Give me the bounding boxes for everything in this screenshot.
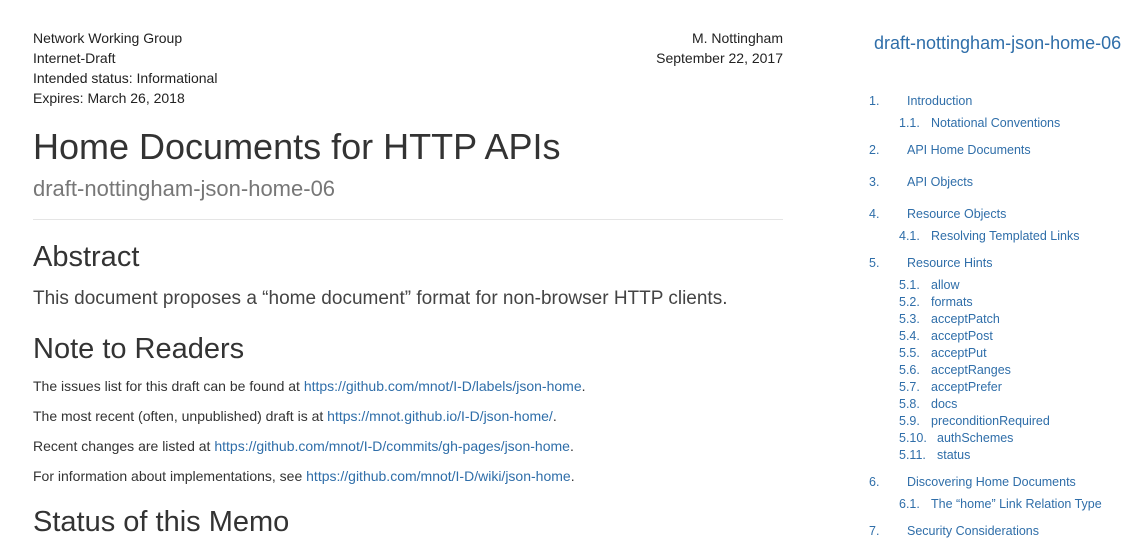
toc-item-label: authSchemes	[937, 431, 1014, 445]
toc-item[interactable]: 5.9. preconditionRequired	[899, 413, 1050, 430]
toc-item[interactable]: 5. Resource Hints	[869, 255, 992, 272]
toc-item[interactable]: 5.7. acceptPrefer	[899, 379, 1002, 396]
divider	[33, 219, 783, 220]
toc-item-number: 5.	[869, 256, 880, 270]
toc-item-label: formats	[931, 295, 973, 309]
toc-item-label: Resource Objects	[907, 207, 1007, 221]
toc-item[interactable]: 6. Discovering Home Documents	[869, 474, 1076, 491]
toc-item-label: acceptRanges	[931, 363, 1011, 377]
toc-item-label: acceptPatch	[931, 312, 1000, 326]
toc-item-label: acceptPut	[931, 346, 987, 360]
note-text: .	[569, 438, 574, 454]
toc-item[interactable]: 5.11. status	[899, 447, 970, 464]
toc-item-number: 4.	[869, 207, 880, 221]
toc-item[interactable]: 4. Resource Objects	[869, 206, 1006, 223]
toc-item-number: 5.4.	[899, 329, 920, 343]
note-text: The issues list for this draft can be fo…	[33, 378, 304, 394]
header-doc-type: Internet-Draft	[33, 50, 116, 66]
toc-item-label: docs	[931, 397, 958, 411]
toc-item-label: API Objects	[907, 175, 973, 189]
toc-item-number: 5.7.	[899, 380, 920, 394]
note-heading: Note to Readers	[33, 333, 245, 365]
toc-item-number: 5.8.	[899, 397, 920, 411]
toc-item-number: 1.	[869, 94, 880, 108]
toc-item[interactable]: 5.2. formats	[899, 294, 973, 311]
abstract-heading: Abstract	[33, 241, 140, 273]
toc-item-label: acceptPost	[931, 329, 993, 343]
note-text: .	[581, 378, 586, 394]
toc-item-label: Security Considerations	[907, 524, 1040, 538]
toc-item-label: API Home Documents	[907, 143, 1031, 157]
toc-item[interactable]: 5.6. acceptRanges	[899, 362, 1011, 379]
toc-item[interactable]: 6.1. The “home” Link Relation Type	[899, 496, 1102, 513]
implementations-link[interactable]: https://github.com/mnot/I-D/wiki/json-ho…	[306, 468, 571, 484]
note-text: For information about implementations, s…	[33, 468, 307, 484]
header-group: Network Working Group	[33, 30, 183, 46]
toc-item-number: 2.	[869, 143, 880, 157]
toc-item[interactable]: 5.10. authSchemes	[899, 430, 1013, 447]
note-text: Recent changes are listed at	[33, 438, 215, 454]
toc-item-label: status	[937, 448, 971, 462]
header-intended-status: Intended status: Informational	[33, 70, 218, 86]
toc-item-label: acceptPrefer	[931, 380, 1002, 394]
toc-item-number: 5.2.	[899, 295, 920, 309]
note-text: The most recent (often, unpublished) dra…	[33, 408, 328, 424]
toc-item-number: 1.1.	[899, 116, 920, 130]
toc-item[interactable]: 3. API Objects	[869, 174, 973, 191]
toc-item-label: Introduction	[907, 94, 973, 108]
toc-item-number: 6.1.	[899, 497, 920, 511]
note-text: .	[552, 408, 557, 424]
toc-item-label: The “home” Link Relation Type	[931, 497, 1102, 511]
toc-item-label: Discovering Home Documents	[907, 475, 1076, 489]
toc-item-number: 5.1.	[899, 278, 920, 292]
note-paragraph: For information about implementations, s…	[33, 466, 575, 486]
header-expires: Expires: March 26, 2018	[33, 90, 185, 106]
toc-item[interactable]: 5.1. allow	[899, 277, 960, 294]
changes-link[interactable]: https://github.com/mnot/I-D/commits/gh-p…	[214, 438, 570, 454]
abstract-text: This document proposes a “home document”…	[33, 288, 728, 309]
toc-item-number: 4.1.	[899, 229, 920, 243]
toc-item[interactable]: 5.5. acceptPut	[899, 345, 987, 362]
toc-item[interactable]: 7. Security Considerations	[869, 523, 1039, 540]
toc-item-label: preconditionRequired	[931, 414, 1050, 428]
toc-item-label: Resolving Templated Links	[931, 229, 1080, 243]
issues-link[interactable]: https://github.com/mnot/I-D/labels/json-…	[304, 378, 582, 394]
toc-item-number: 5.9.	[899, 414, 920, 428]
page-subtitle: draft-nottingham-json-home-06	[33, 176, 336, 201]
toc-item-number: 5.11.	[899, 448, 926, 462]
toc-item-number: 5.10.	[899, 431, 927, 445]
toc-item-number: 6.	[869, 475, 880, 489]
toc-item-number: 5.3.	[899, 312, 920, 326]
note-paragraph: The issues list for this draft can be fo…	[33, 376, 586, 396]
toc-item-label: Resource Hints	[907, 256, 993, 270]
toc-item[interactable]: 5.8. docs	[899, 396, 957, 413]
toc-item-number: 5.6.	[899, 363, 920, 377]
toc-item[interactable]: 5.3. acceptPatch	[899, 311, 1000, 328]
toc-item-label: Notational Conventions	[931, 116, 1061, 130]
header-author: M. Nottingham	[691, 30, 783, 46]
toc-item[interactable]: 1.1. Notational Conventions	[899, 115, 1060, 132]
page-title: Home Documents for HTTP APIs	[33, 126, 561, 167]
toc-item[interactable]: 5.4. acceptPost	[899, 328, 993, 345]
toc-item-number: 7.	[869, 524, 880, 538]
note-paragraph: Recent changes are listed at https://git…	[33, 436, 574, 456]
toc-item[interactable]: 2. API Home Documents	[869, 142, 1031, 159]
header-date: September 22, 2017	[656, 50, 783, 66]
toc-item[interactable]: 4.1. Resolving Templated Links	[899, 228, 1079, 245]
toc-item-number: 3.	[869, 175, 880, 189]
toc-title-link[interactable]: draft-nottingham-json-home-06	[874, 31, 1121, 55]
note-text: .	[570, 468, 575, 484]
toc-item-number: 5.5.	[899, 346, 920, 360]
note-paragraph: The most recent (often, unpublished) dra…	[33, 406, 557, 426]
status-heading: Status of this Memo	[33, 506, 290, 538]
toc-item[interactable]: 1. Introduction	[869, 93, 972, 110]
draft-link[interactable]: https://mnot.github.io/I-D/json-home/	[327, 408, 553, 424]
toc-item-label: allow	[931, 278, 960, 292]
